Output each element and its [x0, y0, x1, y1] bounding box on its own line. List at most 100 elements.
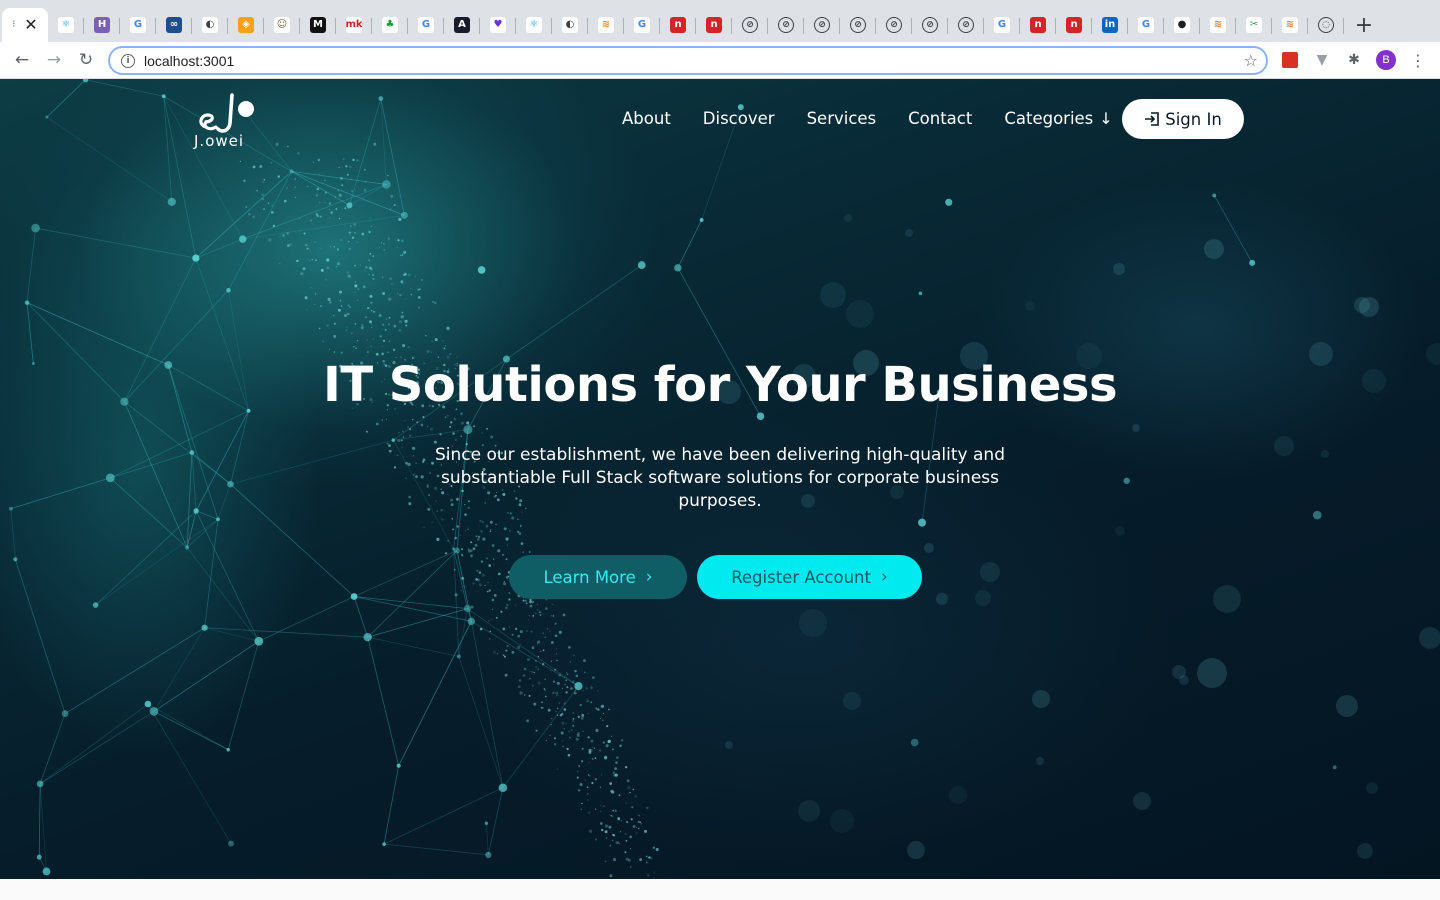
sign-in-button[interactable]: Sign In	[1122, 99, 1244, 139]
arrow-down-icon: ↓	[1099, 109, 1113, 128]
reload-button[interactable]: ↻	[74, 48, 98, 72]
browser-tab[interactable]: ⊘	[732, 8, 768, 42]
new-tab-button[interactable]: +	[1344, 8, 1384, 42]
address-bar[interactable]: i localhost:3001 ☆	[108, 46, 1268, 75]
browser-tab[interactable]: n	[660, 8, 696, 42]
extension-red-icon[interactable]	[1280, 50, 1300, 70]
tab-favicon-icon: ⁝	[12, 19, 16, 30]
nav-categories-label: Categories	[1004, 109, 1094, 128]
react-icon: ⚛	[526, 17, 542, 33]
google-icon: G	[634, 17, 650, 33]
browser-tab[interactable]: ≋	[588, 8, 624, 42]
browser-tab[interactable]: ⊘	[948, 8, 984, 42]
browser-tab[interactable]: ◌	[1308, 8, 1344, 42]
nav-services[interactable]: Services	[807, 108, 877, 130]
browser-tab[interactable]: ⊘	[768, 8, 804, 42]
hero-subtitle: Since our establishment, we have been de…	[434, 445, 1005, 511]
main-nav: About Discover Services Contact Categori…	[622, 108, 1113, 130]
browser-tab[interactable]: ◐	[192, 8, 228, 42]
heroku-icon: H	[94, 17, 110, 33]
nav-discover[interactable]: Discover	[703, 108, 775, 130]
medium-icon: M	[310, 17, 326, 33]
browser-tab[interactable]: ⚛	[516, 8, 552, 42]
active-tab[interactable]: ⁝ ✕	[2, 8, 48, 42]
chevron-right-icon: ›	[645, 567, 653, 587]
heart-icon: ♥	[490, 17, 506, 33]
compass-icon: ⊘	[958, 17, 974, 33]
extension-vue-icon[interactable]: ▼	[1312, 50, 1332, 70]
browser-tab[interactable]: ≋	[1272, 8, 1308, 42]
browser-tab[interactable]: ✂	[1236, 8, 1272, 42]
chevron-right-icon: ›	[881, 567, 888, 587]
browser-tab[interactable]: ♥	[480, 8, 516, 42]
browser-tab[interactable]: ☺	[264, 8, 300, 42]
browser-tab[interactable]: ●	[1164, 8, 1200, 42]
browser-toolbar: ← → ↻ i localhost:3001 ☆ ▼ ✱ B ⋮	[0, 42, 1440, 79]
browser-tab[interactable]: G	[408, 8, 444, 42]
robot-icon: ☺	[274, 17, 290, 33]
browser-tab[interactable]: M	[300, 8, 336, 42]
stack-icon: ≋	[598, 17, 614, 33]
browser-tab[interactable]: G	[1128, 8, 1164, 42]
profile-avatar[interactable]: B	[1376, 50, 1396, 70]
stack-icon: ≋	[1210, 17, 1226, 33]
n-red-icon: n	[706, 17, 722, 33]
browser-tab[interactable]: ⊘	[876, 8, 912, 42]
nav-categories[interactable]: Categories ↓	[1004, 108, 1112, 130]
compass-icon: ⊘	[742, 17, 758, 33]
browser-tab[interactable]: ∞	[156, 8, 192, 42]
browser-tab[interactable]: ⊘	[912, 8, 948, 42]
site-info-icon[interactable]: i	[121, 53, 135, 68]
browser-tabstrip: ⁝ ✕ ⚛ H G ∞ ◐ ◈ ☺ Mmk ♣ G A ♥ ⚛ ◐ ≋ Gn n ⊘ ⊘ ⊘ ⊘ ⊘ ⊘ ⊘ Gn n in G ● ≋ ✂…	[0, 0, 1440, 42]
sign-in-label: Sign In	[1165, 109, 1222, 129]
page-viewport: J.owei About Discover Services Contact C…	[0, 79, 1440, 900]
n-red-icon: n	[1030, 17, 1046, 33]
tab-close-icon[interactable]: ✕	[24, 17, 37, 33]
learn-more-label: Learn More	[543, 567, 636, 587]
learn-more-button[interactable]: Learn More ›	[509, 555, 687, 599]
n-red-icon: n	[1066, 17, 1082, 33]
compass-icon: ⊘	[922, 17, 938, 33]
n-red-icon: n	[670, 17, 686, 33]
browser-tab[interactable]: ◐	[552, 8, 588, 42]
browser-tab[interactable]: G	[120, 8, 156, 42]
browser-menu-icon[interactable]: ⋮	[1408, 50, 1428, 70]
speech-icon: ◌	[1318, 17, 1334, 33]
react-icon: ⚛	[58, 17, 74, 33]
tool-icon: ✂	[1246, 17, 1262, 33]
google-icon: G	[994, 17, 1010, 33]
linkedin-icon: in	[1102, 17, 1118, 33]
browser-tab[interactable]: ⊘	[804, 8, 840, 42]
google-icon: G	[1138, 17, 1154, 33]
infinity-icon: ∞	[166, 17, 182, 33]
tab-list: ⚛ H G ∞ ◐ ◈ ☺ Mmk ♣ G A ♥ ⚛ ◐ ≋ Gn n ⊘ ⊘ ⊘ ⊘ ⊘ ⊘ ⊘ Gn n in G ● ≋ ✂ ≋ ◌	[48, 8, 1344, 42]
register-account-button[interactable]: Register Account ›	[697, 555, 922, 599]
browser-tab[interactable]: G	[624, 8, 660, 42]
url-text[interactable]: localhost:3001	[144, 53, 234, 69]
globe-icon: ◐	[562, 17, 578, 33]
logo-wordmark[interactable]: J.owei	[194, 132, 244, 150]
back-button[interactable]: ←	[10, 48, 34, 72]
nav-contact[interactable]: Contact	[908, 108, 972, 130]
nav-about[interactable]: About	[622, 108, 671, 130]
browser-tab[interactable]: H	[84, 8, 120, 42]
hero-title: IT Solutions for Your Business	[322, 357, 1118, 413]
extensions-puzzle-icon[interactable]: ✱	[1344, 50, 1364, 70]
browser-tab[interactable]: mk	[336, 8, 372, 42]
browser-tab[interactable]: ⚛	[48, 8, 84, 42]
browser-tab[interactable]: n	[1056, 8, 1092, 42]
sign-in-icon	[1145, 112, 1160, 126]
globe-icon: ◐	[202, 17, 218, 33]
browser-tab[interactable]: A	[444, 8, 480, 42]
browser-tab[interactable]: n	[696, 8, 732, 42]
bookmark-star-icon[interactable]: ☆	[1244, 51, 1258, 70]
browser-tab[interactable]: ≋	[1200, 8, 1236, 42]
browser-tab[interactable]: in	[1092, 8, 1128, 42]
forward-button[interactable]: →	[42, 48, 66, 72]
browser-tab[interactable]: n	[1020, 8, 1056, 42]
browser-tab[interactable]: ♣	[372, 8, 408, 42]
next-section-edge	[0, 879, 1440, 900]
browser-tab[interactable]: ⊘	[840, 8, 876, 42]
browser-tab[interactable]: G	[984, 8, 1020, 42]
browser-tab[interactable]: ◈	[228, 8, 264, 42]
